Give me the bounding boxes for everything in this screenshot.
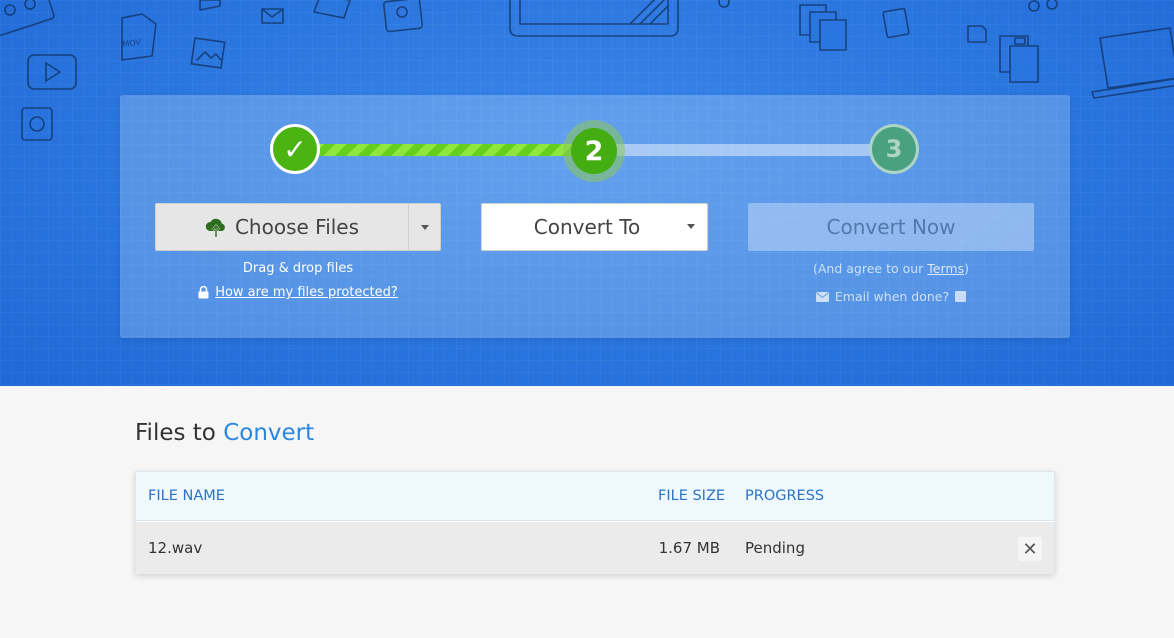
- convert-now-button[interactable]: Convert Now: [748, 203, 1034, 251]
- progress-track-complete: [315, 144, 595, 156]
- column-file-size: FILE SIZE: [658, 488, 726, 504]
- svg-text:MOV: MOV: [122, 37, 142, 49]
- table-row: 12.wav 1.67 MB Pending ✕: [136, 522, 1054, 574]
- envelope-icon: [815, 291, 829, 302]
- choose-files-dropdown-toggle[interactable]: [409, 204, 441, 250]
- step-2-number: 2: [584, 135, 604, 167]
- conversion-panel: ✓ 2 3 Choose Files Convert To Convert No…: [120, 95, 1070, 338]
- progress-cell: Pending: [745, 539, 805, 557]
- close-icon: ✕: [1022, 538, 1038, 560]
- file-name-cell: 12.wav: [148, 539, 203, 557]
- column-file-name: FILE NAME: [148, 488, 225, 504]
- terms-agreement: (And agree to our Terms): [748, 261, 1034, 276]
- remove-file-button[interactable]: ✕: [1018, 537, 1042, 561]
- convert-to-dropdown[interactable]: Convert To: [481, 203, 708, 251]
- file-size-cell: 1.67 MB: [658, 539, 720, 557]
- column-progress: PROGRESS: [745, 488, 825, 504]
- files-to-convert-heading: Files to Convert: [135, 420, 314, 446]
- step-3-indicator: 3: [869, 124, 919, 174]
- table-header: FILE NAME FILE SIZE PROGRESS: [136, 472, 1054, 521]
- lock-icon: [198, 286, 209, 299]
- title-accent: Convert: [223, 420, 315, 446]
- step-1-indicator: ✓: [270, 124, 320, 174]
- step-3-number: 3: [885, 135, 903, 163]
- title-prefix: Files to: [135, 420, 216, 446]
- drag-drop-hint: Drag & drop files: [242, 261, 354, 276]
- agree-prefix: (And agree to our: [813, 261, 928, 276]
- choose-files-button[interactable]: Choose Files: [156, 204, 408, 250]
- files-table: FILE NAME FILE SIZE PROGRESS 12.wav 1.67…: [135, 471, 1055, 574]
- files-protected-link[interactable]: How are my files protected?: [215, 285, 398, 300]
- chevron-down-icon: [421, 224, 429, 230]
- choose-files-label: Choose Files: [234, 215, 360, 239]
- protection-info: How are my files protected?: [155, 285, 441, 300]
- email-when-done-checkbox[interactable]: [955, 291, 967, 302]
- cloud-upload-icon: [205, 218, 225, 237]
- agree-suffix: ): [964, 261, 969, 276]
- progress-track-remaining: [615, 144, 900, 156]
- chevron-down-icon: [687, 224, 695, 229]
- terms-link[interactable]: Terms: [927, 261, 964, 276]
- checkmark-icon: ✓: [283, 132, 307, 166]
- email-when-done: Email when done?: [748, 289, 1034, 304]
- choose-files-button-group: Choose Files: [155, 203, 441, 251]
- convert-now-label: Convert Now: [826, 215, 956, 239]
- convert-to-label: Convert To: [533, 215, 641, 239]
- email-when-done-label: Email when done?: [834, 289, 950, 304]
- hero-banner: MOV ✓ 2 3 Choose Files Convert To Conver…: [0, 0, 1174, 386]
- step-2-indicator: 2: [563, 120, 625, 182]
